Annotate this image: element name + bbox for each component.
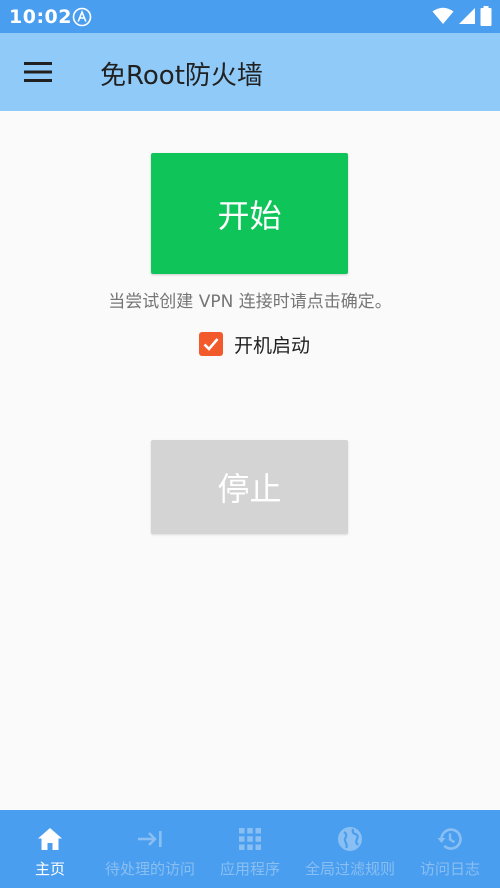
stop-button[interactable]: 停止: [151, 440, 348, 534]
nav-item-global-rules[interactable]: 全局过滤规则: [300, 810, 400, 888]
status-bar: 10:02: [0, 0, 500, 33]
nav-item-access-log[interactable]: 访问日志: [400, 810, 500, 888]
checkmark-icon: [203, 338, 219, 351]
bottom-nav: 主页 待处理的访问 应用程序 全局过滤规则 访问日志: [0, 810, 500, 888]
history-icon: [437, 828, 462, 850]
signal-icon: [459, 8, 475, 24]
menu-icon[interactable]: [24, 59, 52, 85]
nav-label-home: 主页: [34, 860, 65, 878]
app-bar: 免Root防火墙: [0, 33, 500, 111]
nav-item-apps[interactable]: 应用程序: [200, 810, 300, 888]
vpn-hint-text: 当尝试创建 VPN 连接时请点击确定。: [108, 292, 392, 312]
nav-label-global-rules: 全局过滤规则: [304, 860, 395, 878]
nav-label-apps: 应用程序: [219, 860, 280, 878]
globe-icon: [338, 827, 362, 851]
app-title: 免Root防火墙: [100, 61, 263, 91]
nav-item-pending[interactable]: 待处理的访问: [100, 810, 200, 888]
autostart-label: 开机启动: [234, 334, 311, 357]
start-button[interactable]: 开始: [151, 153, 348, 274]
autostart-checkbox[interactable]: [199, 332, 223, 356]
autostart-checkbox-row[interactable]: 开机启动: [199, 331, 310, 357]
nav-label-access-log: 访问日志: [419, 860, 480, 878]
status-icons: [432, 6, 492, 26]
nav-item-home[interactable]: 主页: [0, 810, 100, 888]
home-icon: [38, 828, 62, 850]
autofill-a-icon: [72, 7, 92, 27]
wifi-icon: [432, 7, 454, 24]
apps-grid-icon: [239, 828, 261, 850]
arrow-to-bar-icon: [138, 831, 162, 847]
nav-label-pending: 待处理的访问: [104, 860, 195, 878]
status-time: 10:02: [9, 6, 72, 28]
battery-icon: [480, 6, 492, 26]
